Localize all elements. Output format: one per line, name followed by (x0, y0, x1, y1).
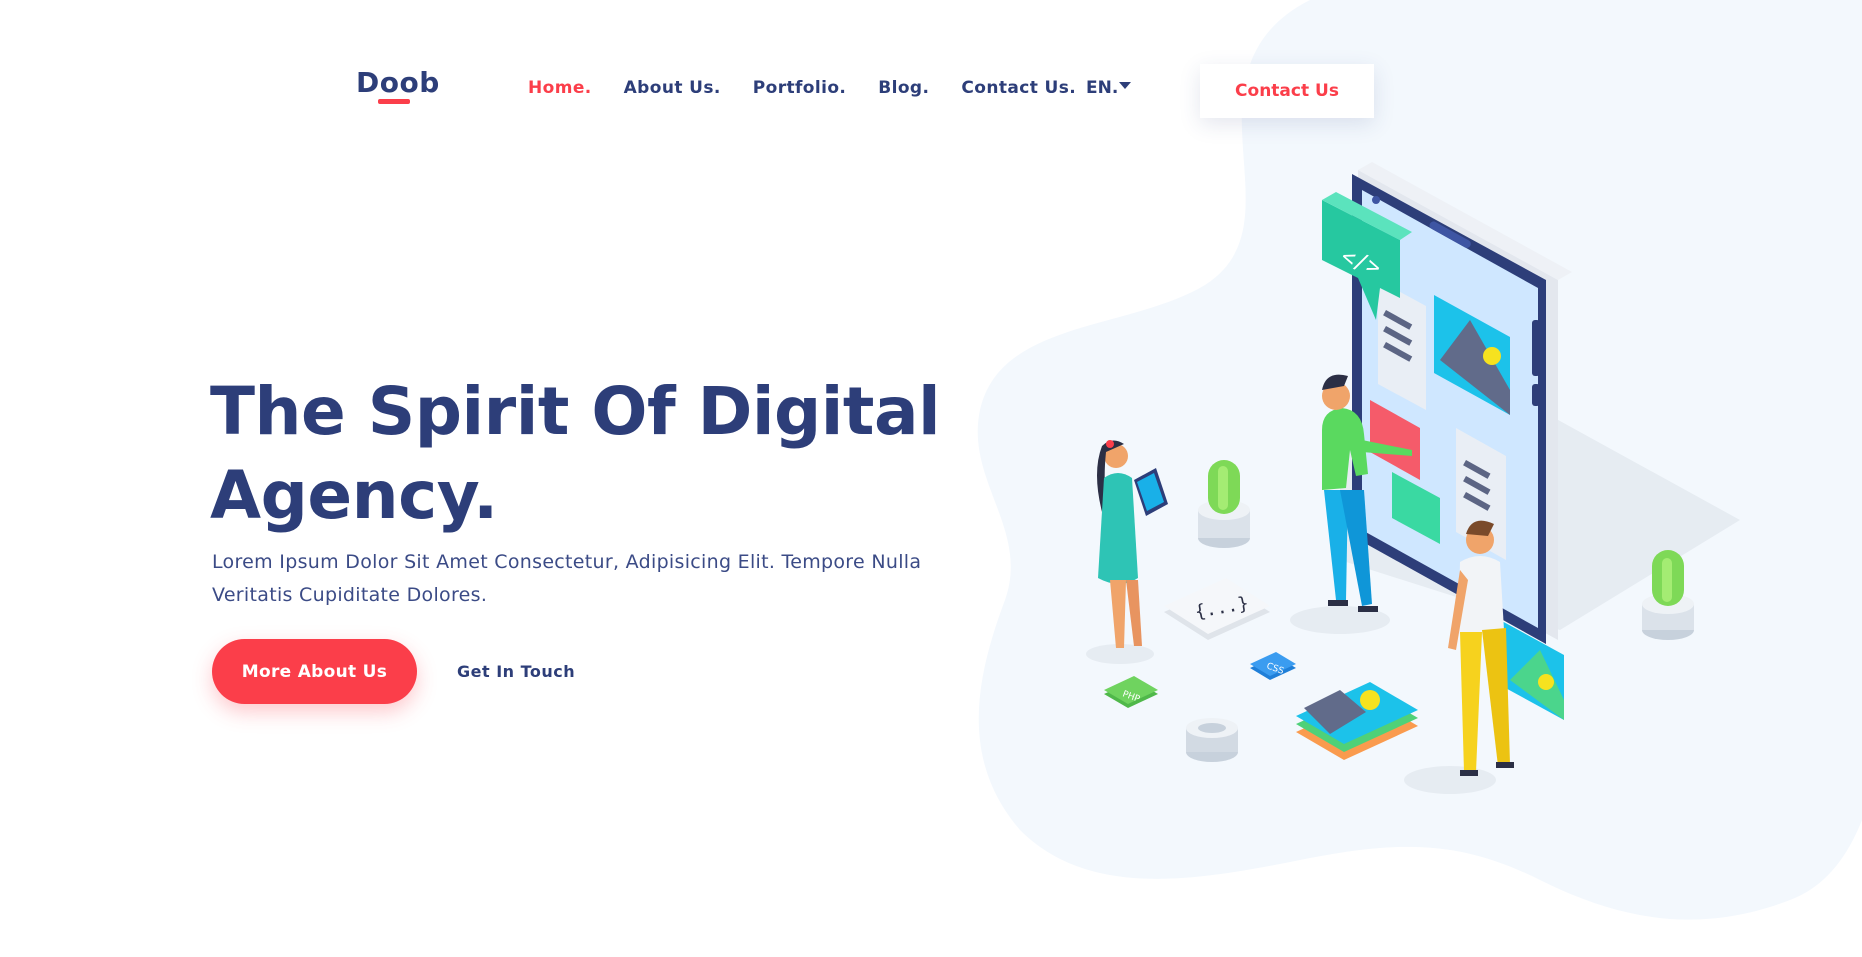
logo-underline (378, 99, 410, 104)
hero-title-line-2: Agency. (210, 457, 498, 534)
hero-title: The Spirit Of Digital Agency. (210, 370, 970, 538)
nav-item-home[interactable]: Home. (528, 78, 592, 98)
code-braces-block: {...} (1164, 578, 1270, 640)
isometric-illustration: </> {...} PHP CSS (1086, 162, 1740, 794)
hero-title-line-1: The Spirit Of Digital (210, 373, 941, 450)
caret-down-icon (1119, 82, 1132, 89)
plant-pot-left (1198, 460, 1250, 548)
css-chip-icon: CSS (1250, 652, 1296, 680)
more-about-us-button[interactable]: More About Us (212, 639, 417, 704)
main-nav: Home. About Us. Portfolio. Blog. Contact… (528, 78, 1108, 98)
nav-item-about-us[interactable]: About Us. (624, 78, 721, 98)
person-woman-tablet (1086, 440, 1168, 664)
hero-subtitle-line-1: Lorem Ipsum Dolor Sit Amet Consectetur, … (212, 551, 922, 573)
language-label: EN. (1086, 78, 1119, 98)
logo[interactable]: Doob (356, 66, 440, 99)
hero-subtitle: Lorem Ipsum Dolor Sit Amet Consectetur, … (212, 546, 972, 612)
nav-item-portfolio[interactable]: Portfolio. (753, 78, 847, 98)
php-chip-icon: PHP (1104, 676, 1158, 708)
hero-subtitle-line-2: Veritatis Cupiditate Dolores. (212, 584, 488, 606)
nav-item-contact-us[interactable]: Contact Us. (961, 78, 1076, 98)
contact-us-button[interactable]: Contact Us (1200, 64, 1374, 118)
language-selector[interactable]: EN. (1086, 78, 1132, 98)
stacked-image-cards-icon (1296, 682, 1418, 760)
nav-item-blog[interactable]: Blog. (878, 78, 929, 98)
empty-pot (1186, 718, 1238, 762)
get-in-touch-link[interactable]: Get In Touch (457, 662, 575, 681)
